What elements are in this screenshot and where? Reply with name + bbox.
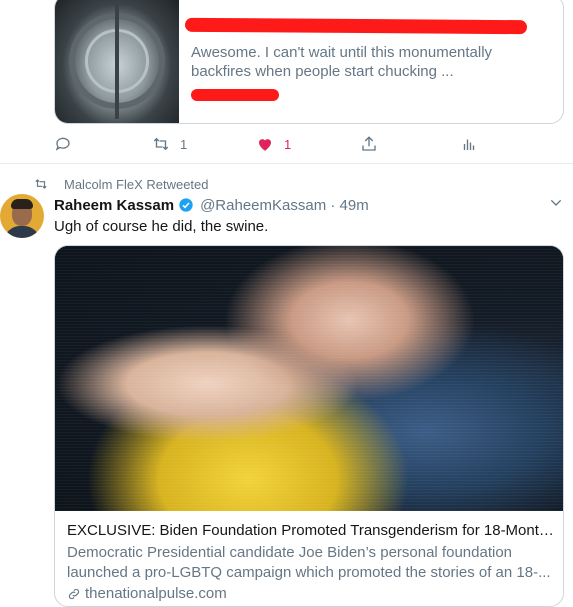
tweet-divider: [0, 163, 573, 164]
link-card-description: Democratic Presidential candidate Joe Bi…: [67, 543, 557, 583]
reply-button[interactable]: [54, 134, 72, 154]
tweet-text: Ugh of course he did, the swine.: [54, 218, 269, 235]
retweet-icon: [153, 137, 169, 151]
share-button[interactable]: [360, 134, 378, 154]
retweeted-by-text[interactable]: Malcolm FleX Retweeted: [64, 177, 209, 192]
retweet-button[interactable]: 1: [152, 134, 187, 154]
quoted-tweet-thumbnail: [55, 0, 179, 123]
redaction-mark: [184, 17, 528, 35]
avatar[interactable]: [0, 194, 44, 238]
retweet-count: 1: [180, 136, 188, 152]
quoted-tweet-card[interactable]: Awesome. I can't wait until this monumen…: [54, 0, 564, 124]
link-card-description-line: Democratic Presidential candidate Joe Bi…: [67, 544, 512, 561]
share-icon: [362, 136, 376, 151]
analytics-button[interactable]: [460, 134, 478, 154]
author-handle-time[interactable]: @RaheemKassam · 49m: [200, 197, 369, 214]
link-card-description-line: launched a pro-LGBTQ campaign which prom…: [67, 564, 551, 581]
link-preview-card[interactable]: EXCLUSIVE: Biden Foundation Promoted Tra…: [54, 245, 564, 607]
like-button[interactable]: 1: [256, 134, 291, 154]
analytics-icon: [463, 139, 475, 150]
verified-badge-icon: [179, 198, 193, 212]
redaction-mark: [191, 89, 279, 101]
reply-icon: [55, 137, 70, 151]
author-name[interactable]: Raheem Kassam: [54, 197, 174, 214]
tweet-actions: 1 1: [54, 134, 494, 154]
chevron-down-icon[interactable]: [548, 195, 564, 211]
link-domain-text: thenationalpulse.com: [85, 585, 227, 602]
link-preview-image: [55, 246, 563, 511]
like-count: 1: [284, 136, 292, 152]
retweet-indicator: Malcolm FleX Retweeted: [34, 176, 209, 192]
tweet-header: Raheem Kassam @RaheemKassam · 49m: [54, 195, 369, 215]
heart-icon: [259, 139, 271, 151]
link-card-domain: thenationalpulse.com: [67, 584, 227, 604]
link-card-title: EXCLUSIVE: Biden Foundation Promoted Tra…: [67, 522, 557, 539]
retweet-icon: [35, 179, 47, 189]
quoted-tweet-text: Awesome. I can't wait until this monumen…: [191, 44, 493, 80]
link-icon: [68, 588, 80, 600]
